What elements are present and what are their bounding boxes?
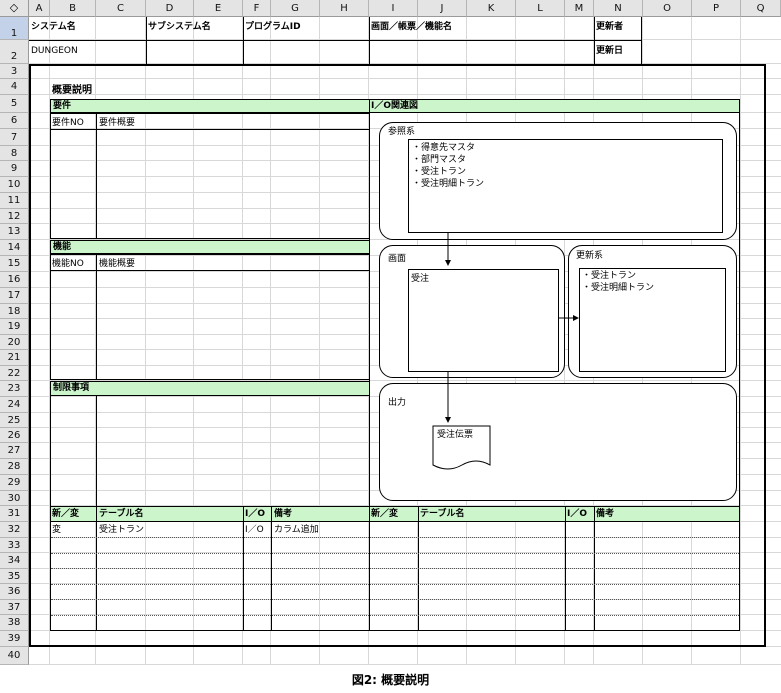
table-cell[interactable]: I／O <box>245 524 264 536</box>
table-row-dotted-line <box>51 584 739 585</box>
right-table-header-cell[interactable]: 備考 <box>596 508 614 520</box>
left-table-header-cell[interactable]: 新／変 <box>52 508 79 520</box>
table-row-dotted-line <box>51 599 739 600</box>
table-row-dotted-line <box>51 537 739 538</box>
table-cell[interactable]: 変 <box>52 524 61 536</box>
figure-caption: 図2: 概要説明 <box>351 673 430 687</box>
table-cell[interactable]: カラム追加 <box>274 524 319 536</box>
right-table-header-cell[interactable]: テーブル名 <box>420 508 464 520</box>
table-row-dotted-line <box>51 615 739 616</box>
right-table-header-cell[interactable]: 新／変 <box>371 508 398 520</box>
left-table-header-cell[interactable]: I／O <box>245 508 265 520</box>
table-cell[interactable]: 受注トラン <box>99 524 144 536</box>
left-table-header-cell[interactable]: 備考 <box>274 508 292 520</box>
right-table-header-cell[interactable]: I／O <box>567 508 587 520</box>
left-table-header <box>50 506 370 522</box>
table-row-dotted-line <box>51 553 739 554</box>
table-row-dotted-line <box>51 568 739 569</box>
left-table-header-cell[interactable]: テーブル名 <box>99 508 143 520</box>
